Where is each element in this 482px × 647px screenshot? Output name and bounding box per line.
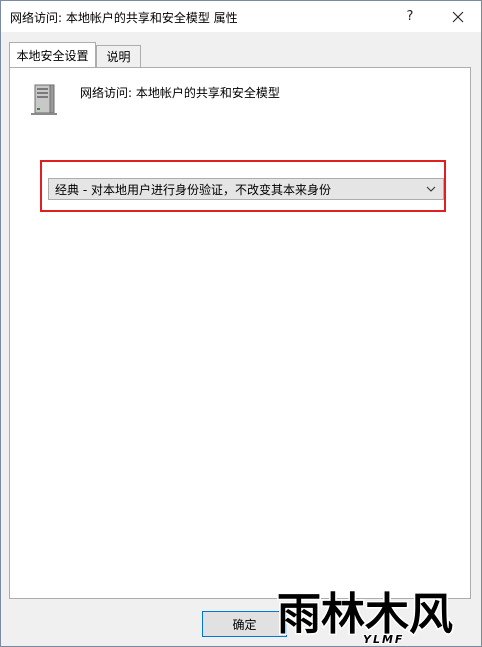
tab-panel: 网络访问: 本地帐户的共享和安全模型 经典 - 对本地用户进行身份验证，不改变其…	[9, 67, 471, 599]
help-button[interactable]: ?	[387, 1, 433, 32]
tab-label: 本地安全设置	[16, 48, 89, 63]
properties-dialog: 网络访问: 本地帐户的共享和安全模型 属性 ? 本地安全设置 说明 网络访问: …	[0, 0, 482, 647]
select-value: 经典 - 对本地用户进行身份验证，不改变其本来身份	[55, 182, 331, 197]
close-button[interactable]	[435, 1, 481, 32]
watermark-logo: 雨林木风 YLMF	[271, 579, 481, 647]
title-bar[interactable]: 网络访问: 本地帐户的共享和安全模型 属性 ?	[1, 1, 481, 32]
chevron-down-icon[interactable]	[421, 179, 441, 199]
security-model-select[interactable]: 经典 - 对本地用户进行身份验证，不改变其本来身份	[48, 178, 444, 200]
help-icon: ?	[406, 9, 414, 24]
tab-explain[interactable]: 说明	[96, 45, 141, 67]
close-icon	[452, 11, 464, 23]
policy-title: 网络访问: 本地帐户的共享和安全模型	[80, 86, 280, 100]
server-computer-icon	[26, 81, 62, 120]
tab-label: 说明	[106, 50, 131, 64]
window-title: 网络访问: 本地帐户的共享和安全模型 属性	[10, 11, 238, 25]
svg-text:YLMF: YLMF	[363, 633, 404, 646]
tab-local-security-setting[interactable]: 本地安全设置	[9, 42, 96, 67]
ok-button-label: 确定	[232, 617, 257, 632]
